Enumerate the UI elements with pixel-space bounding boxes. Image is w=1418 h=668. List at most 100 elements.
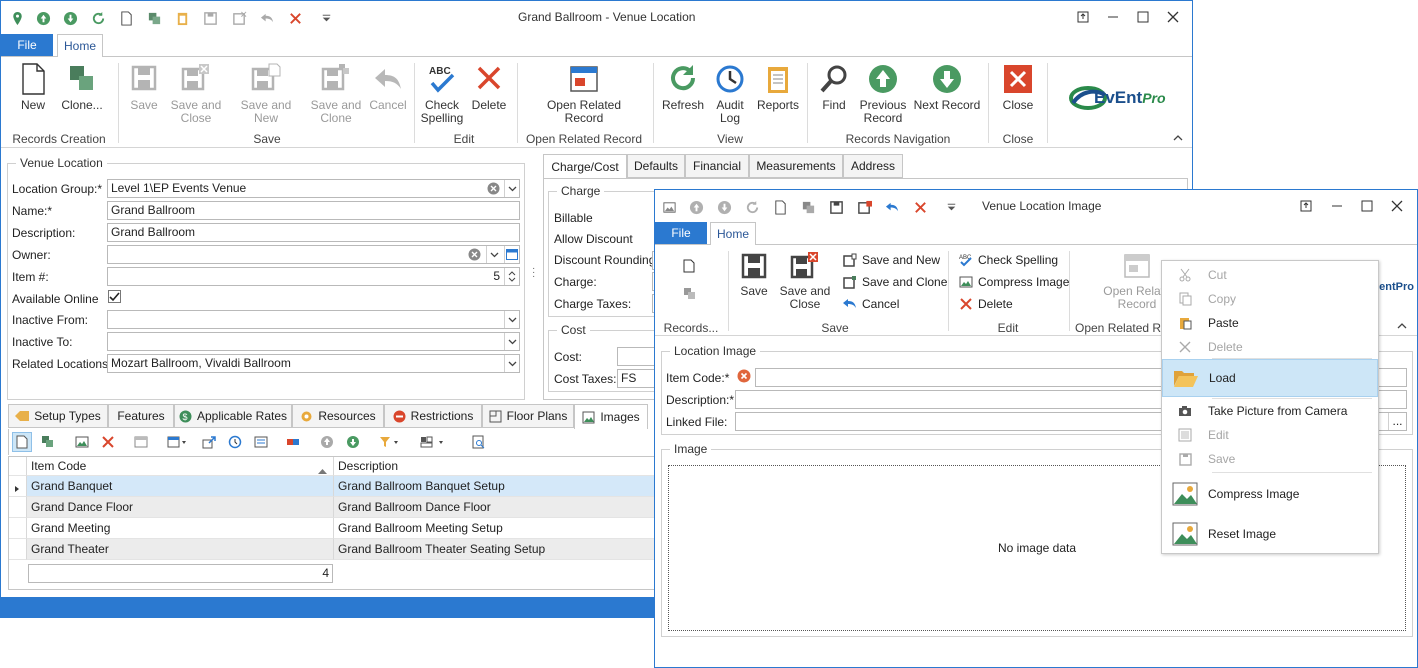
row-indicator[interactable]: [9, 518, 27, 539]
available-online-checkbox[interactable]: [108, 290, 121, 303]
previous-record-quick-icon[interactable]: [688, 199, 704, 215]
clear-icon[interactable]: [487, 182, 500, 197]
form-icon[interactable]: [251, 432, 271, 452]
save-and-new-button[interactable]: Save and New: [843, 253, 940, 267]
splitter-grip[interactable]: · · ·: [532, 264, 535, 282]
move-down-icon[interactable]: [343, 432, 363, 452]
close-quick-icon[interactable]: [912, 199, 928, 215]
description-column-header[interactable]: Description: [334, 457, 658, 476]
open-related-record-button[interactable]: Open Related Record: [544, 63, 624, 125]
delete-image-icon[interactable]: [98, 432, 118, 452]
customize-quick-access-icon[interactable]: [318, 10, 334, 26]
collapse-ribbon-icon[interactable]: [1397, 319, 1407, 333]
minimize-icon[interactable]: [1328, 197, 1346, 215]
item-code-cell[interactable]: Grand Meeting: [27, 518, 334, 539]
description-cell[interactable]: Grand Ballroom Dance Floor: [334, 497, 658, 518]
new-quick-icon[interactable]: [118, 10, 134, 26]
item-code-cell[interactable]: Grand Dance Floor: [27, 497, 334, 518]
open-window-icon[interactable]: [504, 246, 519, 263]
save-close-quick-icon[interactable]: [231, 10, 247, 26]
window-icon[interactable]: [131, 432, 151, 452]
chevron-down-icon[interactable]: [504, 180, 519, 197]
image-quick-icon[interactable]: [661, 199, 677, 215]
save-quick-icon[interactable]: [202, 10, 218, 26]
row-indicator[interactable]: [9, 539, 27, 560]
description-cell[interactable]: Grand Ballroom Meeting Setup: [334, 518, 658, 539]
tab-features[interactable]: Features: [108, 404, 174, 428]
file-tab[interactable]: File: [1, 34, 53, 56]
row-indicator[interactable]: [9, 497, 27, 518]
tab-charge-cost[interactable]: Charge/Cost: [543, 154, 627, 179]
filter-dropdown-icon[interactable]: [377, 432, 403, 452]
description-field[interactable]: Grand Ballroom: [107, 223, 520, 242]
chevron-down-icon[interactable]: [504, 333, 519, 350]
audit-log-button[interactable]: Audit Log: [711, 63, 749, 125]
menu-item-reset-image[interactable]: Reset Image: [1162, 515, 1378, 553]
owner-select[interactable]: [107, 245, 520, 264]
customize-quick-access-icon[interactable]: [943, 199, 959, 215]
restore-icon[interactable]: [1297, 197, 1315, 215]
next-record-button[interactable]: Next Record: [913, 63, 981, 112]
save-button[interactable]: Save: [737, 251, 771, 298]
related-locations-select[interactable]: Mozart Ballroom, Vivaldi Ballroom: [107, 354, 520, 373]
save-and-clone-button[interactable]: Save and Clone: [843, 275, 947, 289]
close-quick-icon[interactable]: [287, 10, 303, 26]
menu-item-load[interactable]: Load: [1162, 359, 1378, 397]
undo-quick-icon[interactable]: [884, 199, 900, 215]
name-field[interactable]: Grand Ballroom: [107, 201, 520, 220]
open-image-icon[interactable]: [72, 432, 92, 452]
next-record-quick-icon[interactable]: [62, 10, 78, 26]
preview-icon[interactable]: [469, 432, 489, 452]
chevron-down-icon[interactable]: [486, 246, 501, 263]
tab-financial[interactable]: Financial: [685, 154, 749, 178]
export-icon[interactable]: [199, 432, 219, 452]
menu-item-cut[interactable]: Cut: [1162, 263, 1378, 287]
save-and-clone-button[interactable]: Save and Clone: [309, 63, 363, 125]
location-group-select[interactable]: Level 1\EP Events Venue: [107, 179, 520, 198]
item-code-column-header[interactable]: Item Code: [27, 457, 334, 476]
tab-restrictions[interactable]: Restrictions: [384, 404, 482, 428]
delete-button[interactable]: Delete: [959, 297, 1013, 311]
table-row[interactable]: Grand Theater Grand Ballroom Theater Seat…: [9, 539, 658, 560]
delete-button[interactable]: Delete: [469, 63, 509, 112]
chevron-down-icon[interactable]: [504, 355, 519, 372]
refresh-quick-icon[interactable]: [744, 199, 760, 215]
layout-dropdown-icon[interactable]: [167, 432, 187, 452]
table-row[interactable]: Grand Dance Floor Grand Ballroom Dance Fl…: [9, 497, 658, 518]
menu-item-copy[interactable]: Copy: [1162, 287, 1378, 311]
window-close-icon[interactable]: [1164, 8, 1182, 26]
new-document-icon[interactable]: [683, 259, 695, 276]
check-spelling-button[interactable]: ABC Check Spelling: [419, 63, 465, 125]
save-quick-icon[interactable]: [828, 199, 844, 215]
move-up-icon[interactable]: [317, 432, 337, 452]
minimize-icon[interactable]: [1104, 8, 1122, 26]
description-cell[interactable]: Grand Ballroom Banquet Setup: [334, 476, 658, 497]
inactive-to-date[interactable]: [107, 332, 520, 351]
save-and-close-button[interactable]: Save and Close: [779, 251, 831, 311]
file-tab[interactable]: File: [655, 222, 707, 244]
tab-measurements[interactable]: Measurements: [749, 154, 843, 178]
history-icon[interactable]: [225, 432, 245, 452]
row-indicator[interactable]: [9, 476, 27, 497]
tab-applicable-rates[interactable]: $ Applicable Rates: [174, 404, 292, 428]
new-image-icon[interactable]: [12, 432, 32, 452]
save-and-close-button[interactable]: Save and Close: [169, 63, 223, 125]
undo-quick-icon[interactable]: [259, 10, 275, 26]
spinner-icon[interactable]: [504, 268, 519, 285]
tab-defaults[interactable]: Defaults: [627, 154, 685, 178]
refresh-quick-icon[interactable]: [90, 10, 106, 26]
maximize-icon[interactable]: [1358, 197, 1376, 215]
clone-icon[interactable]: [683, 287, 697, 304]
home-tab[interactable]: Home: [710, 222, 756, 245]
next-record-quick-icon[interactable]: [716, 199, 732, 215]
table-row[interactable]: Grand Meeting Grand Ballroom Meeting Setu…: [9, 518, 658, 539]
location-pin-icon[interactable]: [9, 10, 25, 26]
tab-resources[interactable]: Resources: [292, 404, 384, 428]
cancel-button[interactable]: Cancel: [367, 63, 409, 112]
clone-quick-icon[interactable]: [146, 10, 162, 26]
tab-floor-plans[interactable]: Floor Plans: [482, 404, 574, 428]
chevron-down-icon[interactable]: [504, 311, 519, 328]
clear-icon[interactable]: [468, 248, 481, 263]
clipboard-quick-icon[interactable]: [174, 10, 190, 26]
new-button[interactable]: New: [15, 63, 51, 112]
